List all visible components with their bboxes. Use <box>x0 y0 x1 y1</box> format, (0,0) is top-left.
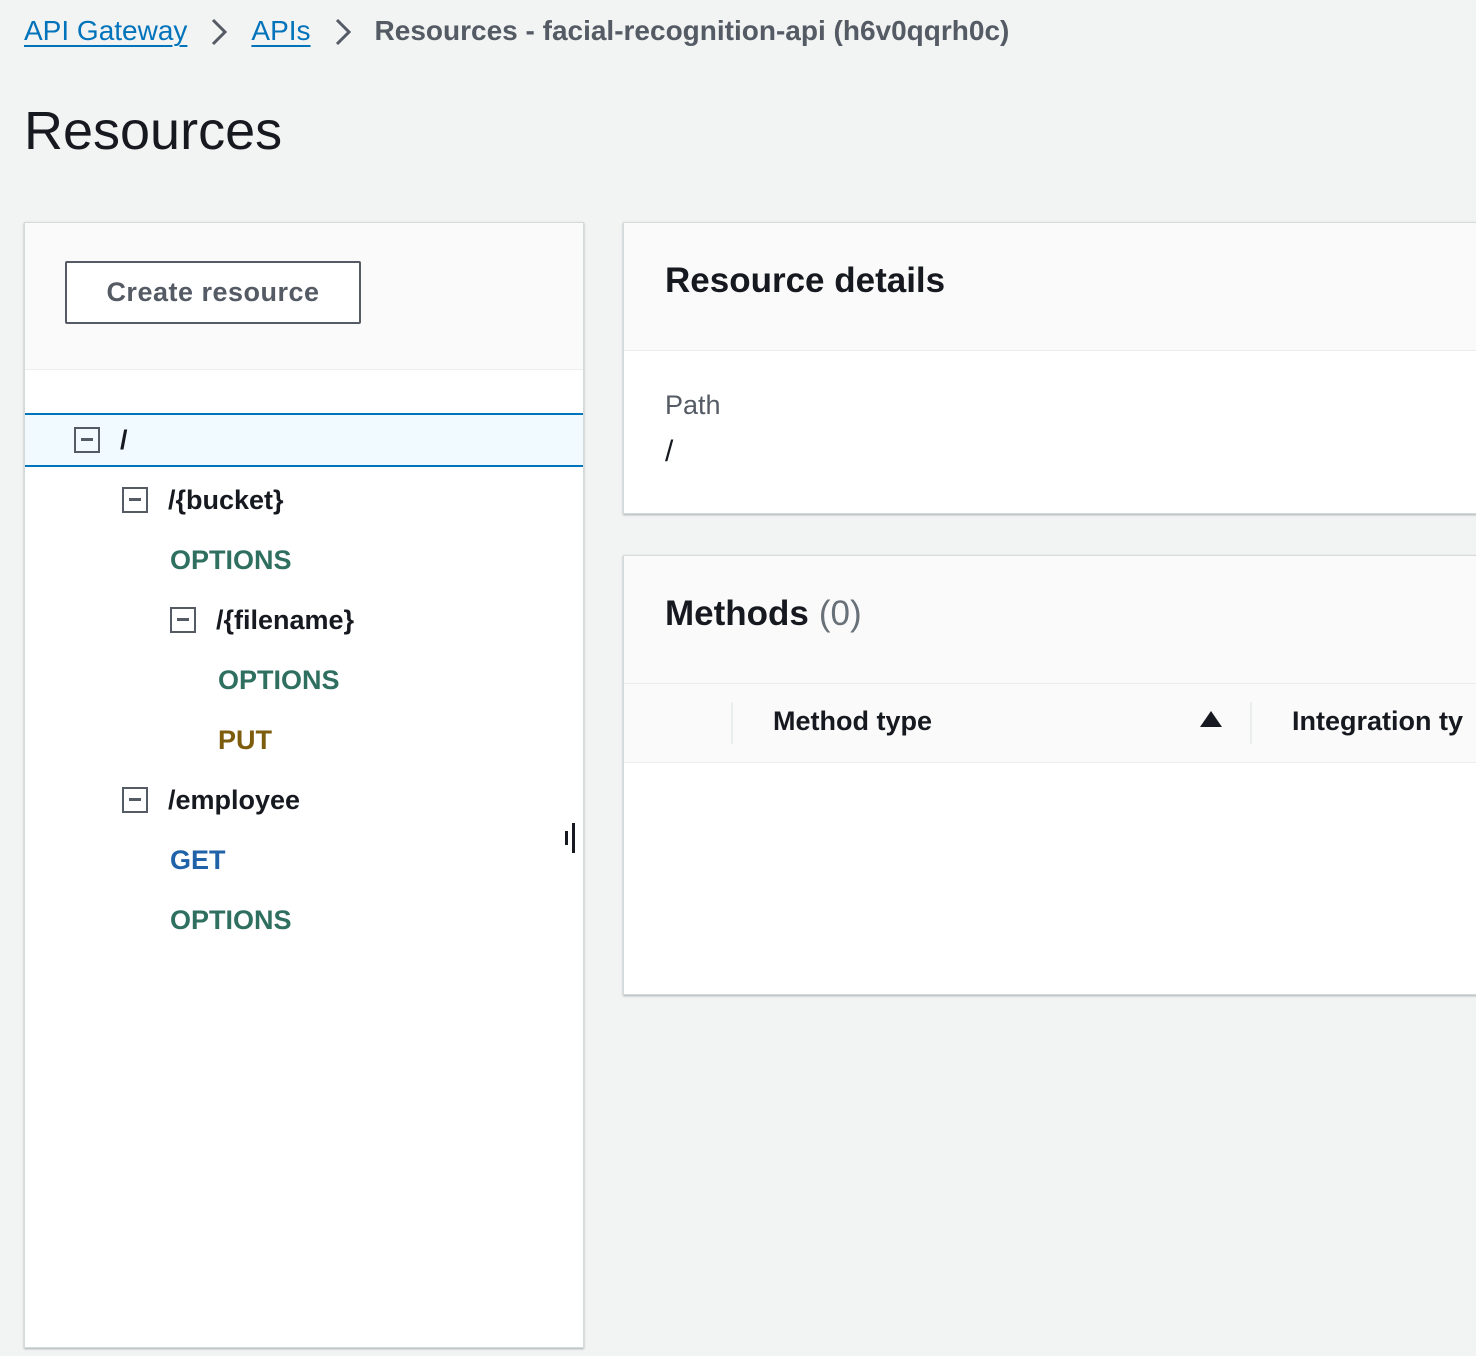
page-title: Resources <box>24 101 283 161</box>
path-label: Path <box>665 390 721 420</box>
chevron-right-icon <box>311 14 375 48</box>
collapse-icon[interactable] <box>74 427 100 453</box>
breadcrumb-link-api-gateway[interactable]: API Gateway <box>24 15 187 47</box>
panel-resize-handle[interactable] <box>565 823 579 857</box>
breadcrumb: API Gateway APIs Resources - facial-reco… <box>24 10 1009 52</box>
method-label: OPTIONS <box>170 904 292 935</box>
tree-node-label: /{filename} <box>216 604 355 635</box>
sort-ascending-icon[interactable] <box>1200 711 1222 727</box>
method-label: PUT <box>218 724 272 755</box>
resource-details-panel: Resource details Path / <box>623 222 1476 514</box>
resource-tree-panel: Create resource / /{bucket} OPTIONS /{fi… <box>24 222 584 1348</box>
resource-details-title: Resource details <box>665 261 946 300</box>
column-divider <box>731 702 733 744</box>
tree-method-employee-options[interactable]: OPTIONS <box>25 893 583 947</box>
breadcrumb-current: Resources - facial-recognition-api (h6v0… <box>374 15 1010 46</box>
method-label: OPTIONS <box>170 544 292 575</box>
tree-node-root[interactable]: / <box>25 413 583 467</box>
collapse-icon[interactable] <box>122 487 148 513</box>
breadcrumb-link-apis[interactable]: APIs <box>251 15 310 47</box>
collapse-icon[interactable] <box>122 787 148 813</box>
tree-method-employee-get[interactable]: GET <box>25 833 583 887</box>
methods-count: (0) <box>818 594 862 633</box>
method-label: GET <box>170 844 226 875</box>
method-label: OPTIONS <box>218 664 340 695</box>
column-header-method-type[interactable]: Method type <box>773 706 932 737</box>
create-resource-button[interactable]: Create resource <box>65 261 361 324</box>
tree-method-filename-put[interactable]: PUT <box>25 713 583 767</box>
methods-panel: Methods (0) Method type Integration ty <box>623 555 1476 995</box>
methods-title-text: Methods <box>665 594 809 633</box>
tree-node-label: / <box>120 424 128 455</box>
tree-node-label: /employee <box>168 784 301 815</box>
path-value: / <box>665 435 674 468</box>
resource-tree-header: Create resource <box>25 223 583 370</box>
tree-node-bucket[interactable]: /{bucket} <box>25 473 583 527</box>
methods-title: Methods (0) <box>665 594 862 634</box>
methods-table-header: Method type Integration ty <box>624 684 1476 763</box>
collapse-icon[interactable] <box>170 607 196 633</box>
chevron-right-icon <box>187 14 251 48</box>
tree-method-filename-options[interactable]: OPTIONS <box>25 653 583 707</box>
tree-node-employee[interactable]: /employee <box>25 773 583 827</box>
tree-node-label: /{bucket} <box>168 484 284 515</box>
tree-node-filename[interactable]: /{filename} <box>25 593 583 647</box>
tree-method-bucket-options[interactable]: OPTIONS <box>25 533 583 587</box>
column-divider[interactable] <box>1250 702 1252 744</box>
column-header-integration-type[interactable]: Integration ty <box>1292 706 1463 737</box>
methods-header: Methods (0) <box>624 556 1476 684</box>
resource-details-header: Resource details <box>624 223 1476 351</box>
